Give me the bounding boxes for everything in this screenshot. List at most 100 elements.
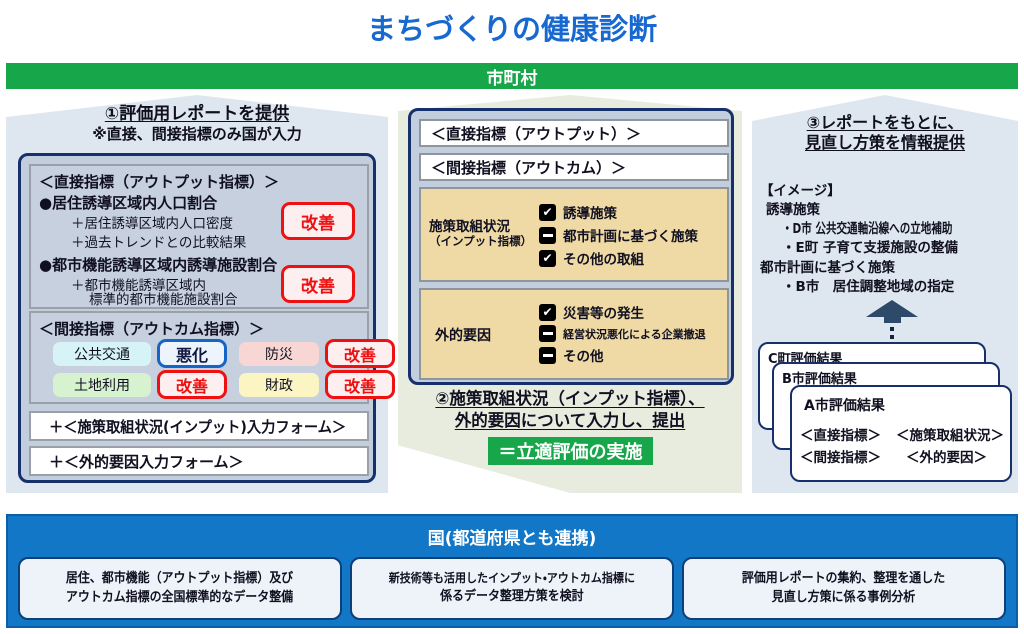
indirect-row-1-name-label: 公共交通 [74, 347, 130, 363]
input-check-row-3[interactable]: その他の取組 [539, 248, 698, 268]
center-direct-row[interactable]: ＜直接指標（アウトプット）＞ [419, 119, 729, 147]
indirect-row-1-status: 悪化 [157, 339, 227, 368]
nation-title: 国(都道府県とも連携) [427, 529, 597, 549]
evaluation-pill-label: ＝立適評価の実施 [498, 442, 643, 463]
checked-checkbox-icon[interactable] [539, 303, 556, 321]
municipality-band: 市町村 [6, 63, 1018, 89]
input-status-label-line1: 施策取組状況 [429, 219, 510, 235]
checked-checkbox-icon[interactable] [539, 249, 556, 267]
indirect-row-4-status-label: 改善 [343, 376, 376, 396]
indirect-row-3-status-label: 改善 [175, 376, 208, 396]
direct-item-2-bullet: ●都市機能誘導区域内誘導施設割合 [39, 256, 278, 274]
indirect-row-2-name: 防災 [239, 342, 319, 366]
right-panel-heading: ③レポートをもとに、 見直し方策を情報提供 [752, 113, 1018, 153]
dash-checkbox-icon[interactable] [539, 346, 556, 364]
result-card-a-title: A市評価結果 [804, 398, 885, 414]
direct-indicator-section: ＜直接指標（アウトプット指標）＞ ●居住誘導区域内人口割合 ＋居住誘導区域内人口… [29, 164, 369, 309]
nation-card-3-line1: 評価用レポートの集約、整理を通した [742, 570, 946, 586]
indirect-row-2-status: 改善 [325, 339, 395, 368]
input-check-row-1-label: 誘導施策 [563, 206, 617, 222]
center-indirect-row[interactable]: ＜間接指標（アウトカム）＞ [419, 153, 729, 181]
nation-card-1-line1: 居住、都市機能（アウトプット指標）及び [66, 570, 294, 586]
result-card-a[interactable]: A市評価結果 ＜直接指標＞ ＜施策取組状況＞ ＜間接指標＞ ＜外的要因＞ [790, 385, 1012, 482]
center-report-container: ＜直接指標（アウトプット）＞ ＜間接指標（アウトカム）＞ 施策取組状況 （インプ… [408, 108, 734, 385]
up-arrow-icon [866, 300, 918, 317]
indirect-indicator-section: ＜間接指標（アウトカム指標）＞ 公共交通 悪化 防災 改善 土地利用 改善 財政 [29, 311, 395, 404]
group2-item-1: ・B市 居住調整地域の指定 [782, 278, 955, 295]
external-check-row-1[interactable]: 災害等の発生 [539, 302, 706, 322]
left-report-container: ＜直接指標（アウトプット指標）＞ ●居住誘導区域内人口割合 ＋居住誘導区域内人口… [18, 153, 395, 483]
input-status-block: 施策取組状況 （インプット指標） 誘導施策 都市計画に基づく施策 その他の取組 [419, 187, 729, 282]
image-label: 【イメージ】 [760, 183, 841, 199]
direct-item-2-status-label: 改善 [301, 276, 335, 297]
nation-section: 国(都道府県とも連携) 居住、都市機能（アウトプット指標）及び アウトカム指標の… [6, 514, 1018, 628]
direct-item-2-sub-2: 標準的都市機能施設割合 [89, 292, 238, 308]
input-form-row-1-label: ＋＜施策取組状況(インプット)入力フォーム＞ [49, 417, 347, 436]
diagram-root: まちづくりの健康診断 市町村 ①評価用レポートを提供 ※直接、間接指標のみ国が入… [0, 0, 1024, 634]
checked-checkbox-icon[interactable] [539, 203, 556, 221]
municipality-band-label: 市町村 [486, 68, 538, 89]
indirect-row-4-name: 財政 [239, 373, 319, 397]
direct-item-1-status-label: 改善 [301, 213, 335, 234]
arrow-dot-1 [890, 327, 894, 331]
step2-line2: 外的要因について入力し、提出 [454, 411, 686, 431]
step2-line1: ②施策取組状況（インプット指標）、 [435, 389, 705, 408]
dash-checkbox-icon[interactable] [539, 325, 556, 342]
left-panel-heading-sub: ※直接、間接指標のみ国が入力 [92, 125, 302, 144]
nation-card-2[interactable]: 新技術等も活用したインプット・アウトカム指標に 係るデータ整理方策を検討 [350, 557, 674, 620]
group1-item-1-label: ・D市 公共交通軸沿線への立地補助 [782, 221, 953, 238]
input-check-row-2[interactable]: 都市計画に基づく施策 [539, 225, 698, 245]
direct-item-1-bullet: ●居住誘導区域内人口割合 [39, 194, 218, 212]
group1-item-2: ・E町 子育て支援施設の整備 [782, 240, 958, 257]
group2-title: 都市計画に基づく施策 [760, 259, 895, 276]
indirect-row-3-status: 改善 [157, 370, 227, 399]
nation-card-1[interactable]: 居住、都市機能（アウトプット指標）及び アウトカム指標の全国標準的なデータ整備 [18, 557, 342, 620]
nation-card-2-line1: 新技術等も活用したインプット・アウトカム指標に [388, 571, 636, 586]
external-check-row-2-label: 経営状況悪化による企業撤退 [563, 327, 706, 341]
direct-item-1-sub-1: ＋居住誘導区域内人口密度 [71, 216, 233, 232]
external-check-row-2[interactable]: 経営状況悪化による企業撤退 [539, 325, 706, 342]
group1-title: 誘導施策 [766, 202, 820, 219]
external-factor-label: 外的要因 [435, 328, 491, 344]
external-check-list: 災害等の発生 経営状況悪化による企業撤退 その他 [539, 299, 706, 368]
center-direct-row-label: ＜直接指標（アウトプット）＞ [431, 124, 642, 143]
dash-checkbox-icon[interactable] [539, 226, 556, 244]
evaluation-pill: ＝立適評価の実施 [488, 437, 653, 465]
right-panel-heading-line1: ③レポートをもとに、 [806, 113, 964, 132]
input-form-row-2-label: ＋＜外的要因入力フォーム＞ [49, 452, 244, 471]
external-check-row-1-label: 災害等の発生 [563, 306, 644, 322]
page-title: まちづくりの健康診断 [366, 12, 657, 46]
left-panel-heading: ①評価用レポートを提供 ※直接、間接指標のみ国が入力 [6, 104, 388, 145]
indirect-row-3-name: 土地利用 [53, 373, 151, 397]
indirect-row-3-name-label: 土地利用 [74, 378, 130, 394]
input-form-row-2[interactable]: ＋＜外的要因入力フォーム＞ [29, 446, 369, 476]
indirect-row-1-name: 公共交通 [53, 342, 151, 366]
indirect-row-4-name-label: 財政 [265, 378, 293, 394]
group1-item-1: ・D市 公共交通軸沿線への立地補助 [760, 220, 1022, 239]
indirect-row-4-status: 改善 [325, 370, 395, 399]
indirect-row-2-status-label: 改善 [343, 345, 376, 365]
right-panel-body: 【イメージ】 誘導施策 ・D市 公共交通軸沿線への立地補助 ・E町 子育て支援施… [760, 182, 1022, 297]
direct-indicator-title: ＜直接指標（アウトプット指標）＞ [39, 173, 280, 191]
direct-item-1-sub-2: ＋過去トレンドとの比較結果 [71, 235, 247, 251]
up-arrow-stem [884, 317, 901, 323]
left-panel-heading-main: ①評価用レポートを提供 [104, 104, 290, 124]
nation-card-3[interactable]: 評価用レポートの集約、整理を通した 見直し方策に係る事例分析 [682, 557, 1006, 620]
step2-caption: ②施策取組状況（インプット指標）、 外的要因について入力し、提出 [398, 388, 742, 433]
input-form-row-1[interactable]: ＋＜施策取組状況(インプット)入力フォーム＞ [29, 411, 369, 441]
result-card-a-line1-b: ＜施策取組状況＞ [896, 428, 1004, 444]
result-card-a-line1-a: ＜直接指標＞ [800, 428, 881, 444]
nation-card-3-line2: 見直し方策に係る事例分析 [772, 589, 916, 605]
arrow-dot-2 [890, 335, 894, 339]
right-panel-heading-line2: 見直し方策を情報提供 [804, 133, 965, 152]
direct-item-1-status-badge: 改善 [281, 202, 355, 240]
input-status-check-list: 誘導施策 都市計画に基づく施策 その他の取組 [539, 199, 698, 271]
center-indirect-row-label: ＜間接指標（アウトカム）＞ [431, 158, 627, 177]
nation-card-row: 居住、都市機能（アウトプット指標）及び アウトカム指標の全国標準的なデータ整備 … [8, 549, 1016, 620]
external-check-row-3[interactable]: その他 [539, 345, 706, 365]
input-check-row-1[interactable]: 誘導施策 [539, 202, 698, 222]
input-check-row-2-label: 都市計画に基づく施策 [563, 229, 698, 245]
external-check-row-3-label: その他 [563, 349, 604, 365]
direct-item-2-status-badge: 改善 [281, 265, 355, 303]
result-card-a-line2-a: ＜間接指標＞ [800, 450, 881, 466]
